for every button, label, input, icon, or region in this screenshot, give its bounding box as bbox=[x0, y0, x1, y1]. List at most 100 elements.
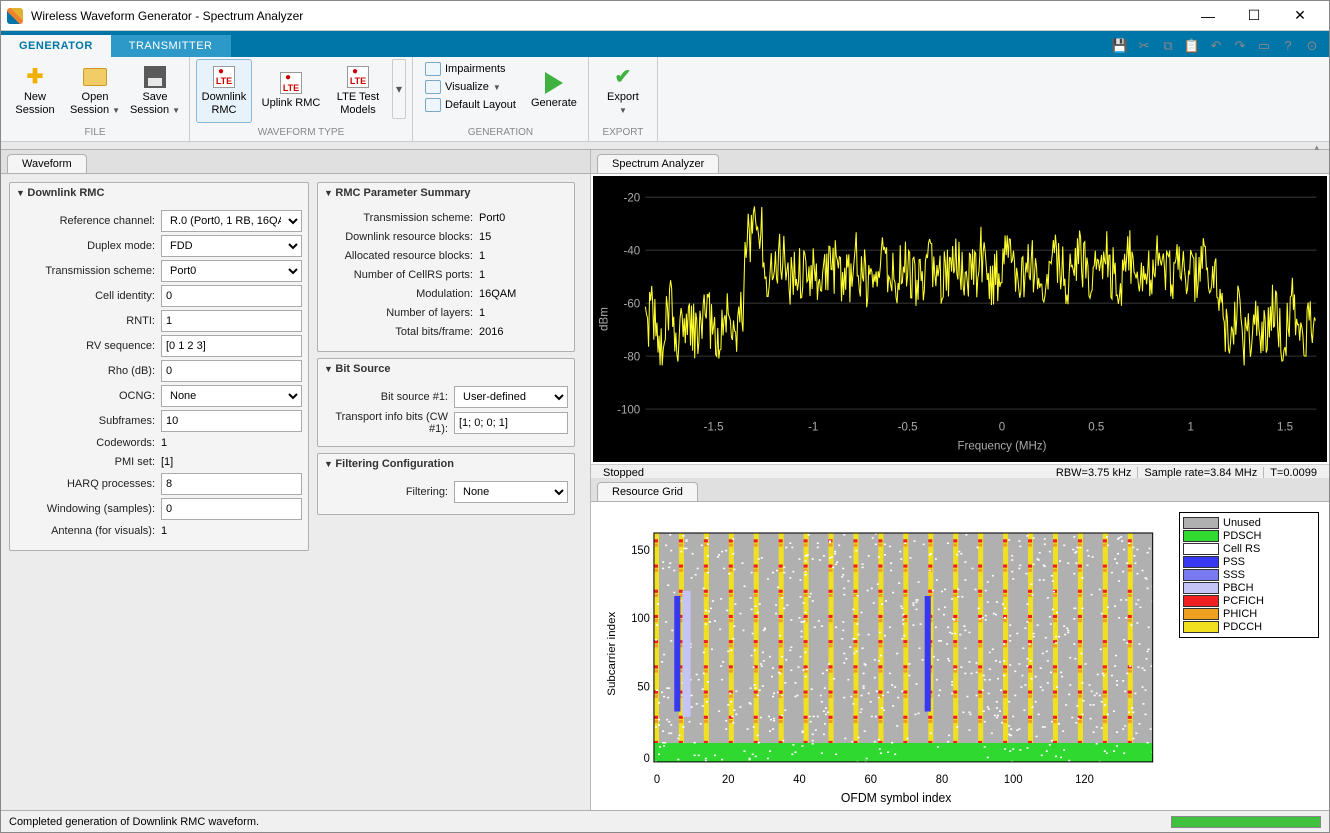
svg-text:OFDM symbol index: OFDM symbol index bbox=[841, 791, 952, 805]
svg-text:Frequency (MHz): Frequency (MHz) bbox=[957, 440, 1046, 452]
uplink-rmc-button[interactable]: LTE Uplink RMC bbox=[256, 59, 326, 123]
redo-icon[interactable]: ↷ bbox=[1231, 38, 1249, 54]
visualize-button[interactable]: Visualize ▼ bbox=[423, 79, 518, 95]
svg-text:-100: -100 bbox=[617, 404, 640, 416]
svg-text:80: 80 bbox=[936, 774, 948, 786]
summary-label: Modulation: bbox=[324, 288, 479, 300]
summary-value: 2016 bbox=[479, 324, 568, 340]
copy-icon[interactable]: ⧉ bbox=[1159, 38, 1177, 54]
spectrum-plot[interactable]: -20 -40 -60 -80 -100 dBm -1.5 -1 -0.5 0 … bbox=[593, 176, 1327, 462]
resource-grid-plot[interactable]: 150 100 50 0 Subcarrier index 0 20 40 60… bbox=[601, 512, 1171, 806]
impairments-button[interactable]: Impairments bbox=[423, 61, 518, 77]
rnti-label: RNTI: bbox=[16, 315, 161, 327]
legend-item: PCFICH bbox=[1183, 595, 1315, 607]
save-session-button[interactable]: Save Session ▼ bbox=[127, 59, 183, 123]
rnti-input[interactable] bbox=[161, 310, 302, 332]
ref-channel-select[interactable]: R.0 (Port0, 1 RB, 16QAM... bbox=[161, 210, 302, 232]
summary-label: Transmission scheme: bbox=[324, 212, 479, 224]
generate-button[interactable]: Generate bbox=[526, 59, 582, 123]
tx-scheme-label: Transmission scheme: bbox=[16, 265, 161, 277]
windowing-input[interactable] bbox=[161, 498, 302, 520]
summary-label: Number of layers: bbox=[324, 307, 479, 319]
open-session-button[interactable]: Open Session ▼ bbox=[67, 59, 123, 123]
waveform-tab-header: Waveform bbox=[1, 150, 590, 174]
rho-input[interactable] bbox=[161, 360, 302, 382]
maximize-button[interactable]: ☐ bbox=[1231, 1, 1277, 31]
status-message: Completed generation of Downlink RMC wav… bbox=[9, 816, 259, 828]
rmc-summary-header[interactable]: RMC Parameter Summary bbox=[318, 183, 574, 203]
resource-grid-tab[interactable]: Resource Grid bbox=[597, 482, 698, 501]
ribbon-group-waveform: LTE Downlink RMC LTE Uplink RMC LTE LTE … bbox=[190, 57, 413, 141]
downlink-rmc-header[interactable]: Downlink RMC bbox=[10, 183, 308, 203]
codewords-value: 1 bbox=[161, 435, 302, 451]
codewords-label: Codewords: bbox=[16, 437, 161, 449]
undo-icon[interactable]: ↶ bbox=[1207, 38, 1225, 54]
window-title: Wireless Waveform Generator - Spectrum A… bbox=[31, 9, 1185, 23]
check-icon: ✔ bbox=[611, 65, 635, 89]
progress-bar bbox=[1171, 816, 1321, 828]
help-icon[interactable]: ? bbox=[1279, 38, 1297, 54]
rv-input[interactable] bbox=[161, 335, 302, 357]
ocng-label: OCNG: bbox=[16, 390, 161, 402]
transport-bits-input[interactable] bbox=[454, 412, 568, 434]
filtering-header[interactable]: Filtering Configuration bbox=[318, 454, 574, 474]
tab-transmitter[interactable]: TRANSMITTER bbox=[111, 35, 231, 57]
status-bar: Completed generation of Downlink RMC wav… bbox=[1, 810, 1329, 832]
waveform-tab[interactable]: Waveform bbox=[7, 154, 87, 173]
harq-input[interactable] bbox=[161, 473, 302, 495]
legend-item: Unused bbox=[1183, 517, 1315, 529]
svg-text:120: 120 bbox=[1075, 774, 1094, 786]
summary-value: 16QAM bbox=[479, 286, 568, 302]
lte-icon: LTE bbox=[279, 71, 303, 95]
duplex-select[interactable]: FDD bbox=[161, 235, 302, 257]
svg-text:50: 50 bbox=[637, 681, 649, 693]
chevron-down-icon: ▼ bbox=[112, 106, 120, 115]
ribbon: ✚ New Session Open Session ▼ Save Sessio… bbox=[1, 57, 1329, 141]
svg-text:100: 100 bbox=[631, 613, 650, 625]
filtering-group: Filtering Configuration Filtering:None bbox=[317, 453, 575, 515]
bit-source-select[interactable]: User-defined bbox=[454, 386, 568, 408]
lte-test-models-button[interactable]: LTE LTE Test Models bbox=[330, 59, 386, 123]
filtering-select[interactable]: None bbox=[454, 481, 568, 503]
svg-text:150: 150 bbox=[631, 545, 650, 557]
rho-label: Rho (dB): bbox=[16, 365, 161, 377]
subframes-input[interactable] bbox=[161, 410, 302, 432]
bit-source-header[interactable]: Bit Source bbox=[318, 359, 574, 379]
cell-id-input[interactable] bbox=[161, 285, 302, 307]
save-icon[interactable]: 💾 bbox=[1111, 38, 1129, 54]
downlink-rmc-button[interactable]: LTE Downlink RMC bbox=[196, 59, 252, 123]
ocng-select[interactable]: None bbox=[161, 385, 302, 407]
tx-scheme-select[interactable]: Port0 bbox=[161, 260, 302, 282]
svg-text:-0.5: -0.5 bbox=[898, 421, 918, 433]
spectrum-tab[interactable]: Spectrum Analyzer bbox=[597, 154, 719, 173]
rv-label: RV sequence: bbox=[16, 340, 161, 352]
ribbon-collapse-bar[interactable]: ▴ bbox=[1, 141, 1329, 149]
layout-icon bbox=[425, 98, 441, 112]
summary-value: Port0 bbox=[479, 210, 568, 226]
close-button[interactable]: ✕ bbox=[1277, 1, 1323, 31]
filtering-label: Filtering: bbox=[324, 486, 454, 498]
new-session-button[interactable]: ✚ New Session bbox=[7, 59, 63, 123]
paste-icon[interactable]: 📋 bbox=[1183, 38, 1201, 54]
svg-text:-40: -40 bbox=[624, 245, 641, 257]
group-label-waveform: WAVEFORM TYPE bbox=[196, 125, 406, 141]
overflow-icon[interactable]: ⊙ bbox=[1303, 38, 1321, 54]
resource-grid-container: 150 100 50 0 Subcarrier index 0 20 40 60… bbox=[591, 502, 1329, 810]
window-icon[interactable]: ▭ bbox=[1255, 38, 1273, 54]
spectrum-container: -20 -40 -60 -80 -100 dBm -1.5 -1 -0.5 0 … bbox=[591, 174, 1329, 474]
export-button[interactable]: ✔ Export▼ bbox=[595, 59, 651, 123]
minimize-button[interactable]: — bbox=[1185, 1, 1231, 31]
main-body: Waveform Downlink RMC Reference channel:… bbox=[1, 150, 1329, 810]
svg-text:0: 0 bbox=[654, 774, 660, 786]
chevron-down-icon: ▼ bbox=[493, 83, 501, 92]
svg-text:0.5: 0.5 bbox=[1088, 421, 1104, 433]
group-label-file: FILE bbox=[7, 125, 183, 141]
default-layout-button[interactable]: Default Layout bbox=[423, 97, 518, 113]
tab-generator[interactable]: GENERATOR bbox=[1, 35, 111, 57]
svg-text:-1.5: -1.5 bbox=[704, 421, 724, 433]
summary-label: Number of CellRS ports: bbox=[324, 269, 479, 281]
waveform-gallery-expand-button[interactable]: ▾ bbox=[392, 59, 406, 119]
cut-icon[interactable]: ✂ bbox=[1135, 38, 1153, 54]
harq-label: HARQ processes: bbox=[16, 478, 161, 490]
lte-icon: LTE bbox=[212, 65, 236, 89]
